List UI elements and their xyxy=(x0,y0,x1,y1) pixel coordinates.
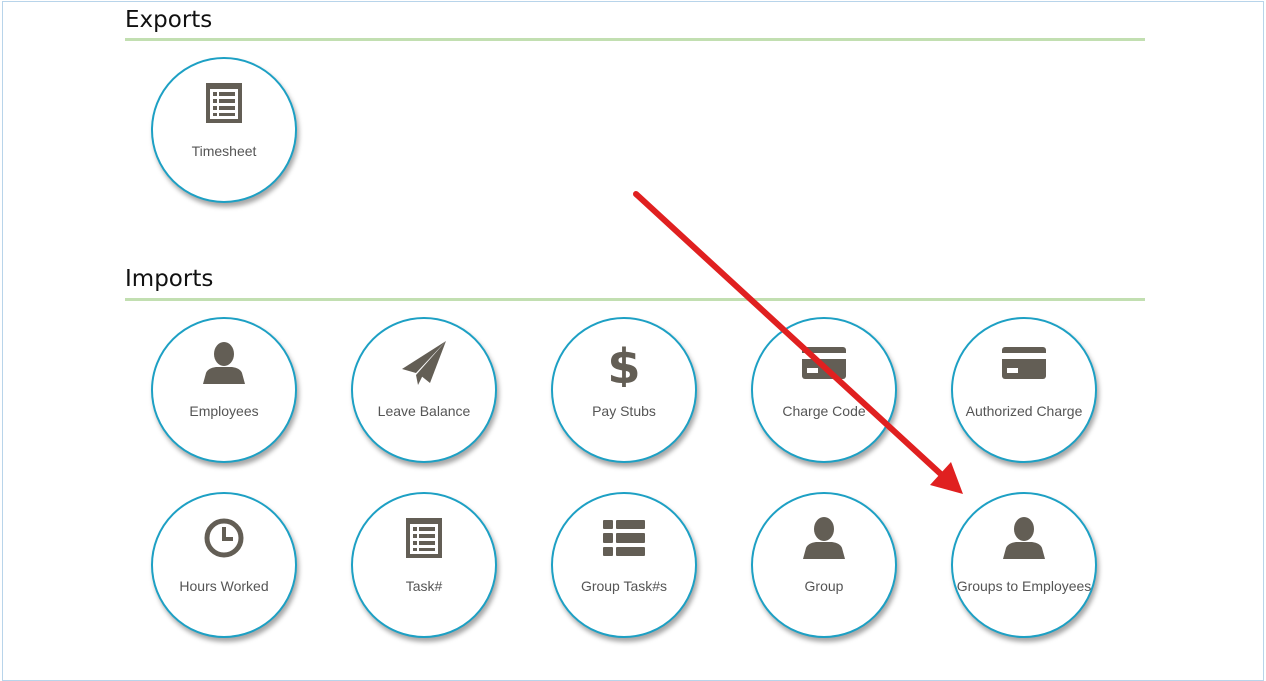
annotation-arrow xyxy=(633,191,963,494)
